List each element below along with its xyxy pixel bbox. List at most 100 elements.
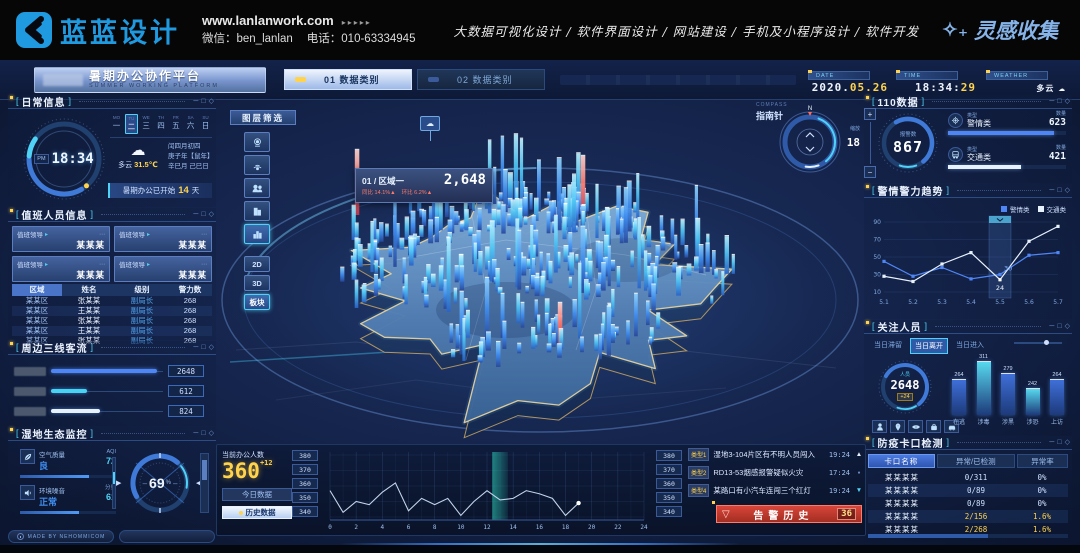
- tab-data-category-2[interactable]: 02 数据类别: [417, 69, 545, 90]
- alert-item[interactable]: 类型4某路口有小汽车连闯三个红灯19:24▼: [688, 484, 864, 497]
- alarm-type-row: 类型交通类数量421: [948, 145, 1066, 169]
- scrollbar[interactable]: [868, 534, 1068, 538]
- sparkle-icon: ✧₊: [942, 19, 968, 41]
- website-link[interactable]: www.lanlanwork.com: [202, 13, 334, 28]
- layer-buttons: 2D 3D 板块: [244, 132, 270, 310]
- layer-button-building-icon[interactable]: [244, 201, 270, 221]
- panel-title: 值班人员信息: [22, 207, 88, 222]
- layer-button-板块[interactable]: 板块: [244, 294, 270, 310]
- inspiration-collect[interactable]: ✧₊ 灵感收集: [942, 15, 1058, 45]
- clock-period: PM: [34, 154, 48, 164]
- layer-button-signal-icon[interactable]: [244, 155, 270, 175]
- compass-dial[interactable]: N: [778, 110, 842, 174]
- alert-item[interactable]: 类型1湿地3-104片区有不明人员闯入19:24▲: [688, 448, 864, 461]
- focus-tab[interactable]: 当日进入: [952, 338, 988, 354]
- tab-data-category-1[interactable]: 01 数据类别: [284, 69, 412, 90]
- restore-icon[interactable]: □: [201, 211, 205, 218]
- y-tick: 380: [656, 450, 682, 461]
- alert-tag: 类型4: [688, 484, 709, 497]
- compass-widget: COMPASS 指南针 N 缩放18 + −: [756, 102, 878, 186]
- bag-icon[interactable]: [926, 420, 941, 433]
- panel-title: 防疫卡口检测: [878, 435, 944, 450]
- layer-button-chart-icon[interactable]: [244, 224, 270, 244]
- eco-slider-right[interactable]: [200, 453, 209, 513]
- lunar-calendar: 闰四月初四 庚子年【鼠年】 辛巳月 己巳日: [168, 142, 214, 171]
- cloud-icon: ☁: [112, 143, 164, 160]
- panel-daily-info: [日常信息]─□◇ PM 18:34 MO一TU二WE三TH四FR五SA六SU日…: [8, 95, 216, 207]
- expand-icon[interactable]: ◇: [1065, 439, 1070, 446]
- week-strip: MO一TU二WE三TH四FR五SA六SU日: [110, 114, 212, 138]
- range-slider[interactable]: [1014, 342, 1062, 344]
- expand-icon[interactable]: ◇: [209, 344, 214, 351]
- restore-icon[interactable]: □: [1057, 187, 1061, 194]
- person-icon[interactable]: [872, 420, 887, 433]
- minimize-icon[interactable]: ─: [193, 430, 198, 437]
- date-label: DATE: [816, 73, 834, 79]
- minimize-icon[interactable]: ─: [193, 211, 198, 218]
- alert-history-button[interactable]: ▽ 告警历史 36: [716, 505, 862, 523]
- speaker-icon: [20, 485, 35, 500]
- restore-icon[interactable]: □: [1057, 439, 1061, 446]
- alert-item[interactable]: 类型2RD13-53烟感报警疑似火灾17:24●: [688, 466, 864, 479]
- focus-tab[interactable]: 当日离开: [910, 338, 948, 354]
- minimize-icon[interactable]: ─: [193, 344, 198, 351]
- layer-button-camera-icon[interactable]: [244, 132, 270, 152]
- minimize-icon[interactable]: ─: [1049, 323, 1054, 330]
- restore-icon[interactable]: □: [1057, 98, 1061, 105]
- layer-button-3D[interactable]: 3D: [244, 275, 270, 291]
- history-data-button[interactable]: 历史数据: [222, 506, 292, 519]
- censored-text: [43, 74, 83, 86]
- weather-plate: WEATHER 多云☁: [986, 71, 1066, 93]
- table-row: 某某某某2/1561.6%: [868, 510, 1068, 523]
- legend-item: 警情类: [1001, 204, 1030, 214]
- map-tooltip: 01 / 区域一 2,648 同比 14.1%▲ 环比 6.2%▲: [355, 168, 493, 203]
- minimize-icon[interactable]: ─: [1049, 187, 1054, 194]
- arrow-right-icon[interactable]: ▶: [116, 479, 121, 487]
- focus-tab[interactable]: 当日滞留: [870, 338, 906, 354]
- office-chart-zone: 380370360350340 380370360350340 02468101…: [292, 448, 688, 536]
- logo-text[interactable]: 蓝蓝设计: [60, 11, 180, 50]
- zoom-in-button[interactable]: +: [864, 108, 876, 120]
- restore-icon[interactable]: □: [201, 430, 205, 437]
- tooltip-sub: 同比 14.1%▲ 环比 6.2%▲: [362, 188, 486, 196]
- expand-icon[interactable]: ◇: [209, 98, 214, 105]
- today-data-button[interactable]: 今日数据: [222, 488, 292, 501]
- y-tick: 350: [292, 492, 318, 503]
- lanlan-logo-icon[interactable]: [16, 12, 52, 48]
- weekday: FR五: [169, 114, 182, 134]
- restore-icon[interactable]: □: [201, 344, 205, 351]
- eye-icon[interactable]: [908, 420, 923, 433]
- panel-tick: [10, 96, 13, 99]
- restore-icon[interactable]: □: [201, 98, 205, 105]
- minimize-icon[interactable]: ─: [193, 98, 198, 105]
- panel-title: 110数据: [878, 94, 919, 109]
- flow-row: 824: [14, 405, 212, 417]
- alert-text: RD13-53烟感报警疑似火灾: [713, 467, 825, 478]
- expand-icon[interactable]: ◇: [209, 211, 214, 218]
- footer-segment: [119, 530, 215, 543]
- duty-table: 区域姓名级别警力数某某区张某某副局长268某某区王某某副局长268某某区张某某副…: [12, 284, 212, 346]
- weekday: SU日: [199, 114, 212, 134]
- zoom-out-button[interactable]: −: [864, 166, 876, 178]
- minimize-icon[interactable]: ─: [1049, 98, 1054, 105]
- weather-label: WEATHER: [994, 73, 1028, 79]
- trend-up-icon: ▲: [854, 451, 864, 458]
- minimize-icon[interactable]: ─: [1049, 439, 1054, 446]
- y-axis-labels-left: 380370360350340: [292, 450, 318, 517]
- focus-bar: 264上访: [1048, 354, 1066, 426]
- pin-icon[interactable]: [890, 420, 905, 433]
- services-list: 大数据可视化设计 / 软件界面设计 / 网站建设 / 手机及小程序设计 / 软件…: [453, 21, 919, 40]
- layer-button-people-icon[interactable]: [244, 178, 270, 198]
- expand-icon[interactable]: ◇: [1065, 323, 1070, 330]
- restore-icon[interactable]: □: [1057, 323, 1061, 330]
- y-tick: 350: [656, 492, 682, 503]
- expand-icon[interactable]: ◇: [1065, 187, 1070, 194]
- zoom-track[interactable]: [870, 122, 871, 164]
- flow-row: 2648: [14, 365, 212, 377]
- table-header-row: 卡口名称异常/已检测异常率: [868, 454, 1068, 468]
- panel-110-data: [110数据]─□◇ 报警数 867 类型警情类数量623 类型交通类数量421: [864, 95, 1072, 183]
- expand-icon[interactable]: ◇: [209, 430, 214, 437]
- layer-button-2D[interactable]: 2D: [244, 256, 270, 272]
- leaf-icon: [20, 449, 35, 464]
- expand-icon[interactable]: ◇: [1065, 98, 1070, 105]
